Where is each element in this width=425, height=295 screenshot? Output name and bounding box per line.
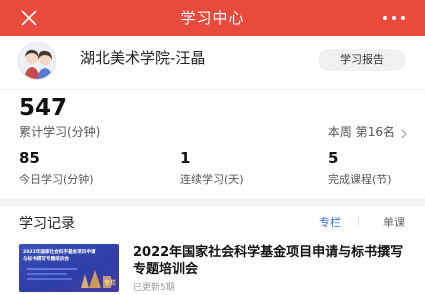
user-avatar[interactable]	[18, 42, 56, 80]
divider	[0, 89, 425, 90]
today-study-label: 今日学习(分钟)	[19, 173, 94, 186]
tab-separator	[358, 215, 359, 226]
total-study-label: 累计学习(分钟)	[19, 125, 101, 139]
profile-row: 湖北美术学院-汪晶 学习报告	[0, 36, 425, 84]
total-study-minutes: 547	[19, 95, 68, 121]
tab-column[interactable]: 专栏	[319, 214, 341, 230]
study-center-page: 学习中心 湖北美术学院-汪晶 学习报告 547 累计学习(分钟) 本周 第16名…	[0, 0, 425, 295]
study-report-button[interactable]: 学习报告	[318, 49, 406, 71]
more-dots-icon[interactable]	[381, 9, 407, 27]
course-title: 2022年国家社会科学基金项目申请与标书撰写专题培训会	[133, 245, 404, 277]
section-gap	[0, 198, 425, 206]
today-study-value: 85	[19, 149, 40, 167]
completed-courses-value: 5	[328, 149, 339, 167]
course-update-status: 已更新5期	[133, 283, 175, 293]
completed-courses-label: 完成课程(节)	[328, 173, 392, 186]
user-name: 湖北美术学院-汪晶	[80, 49, 206, 67]
chevron-right-icon[interactable]	[399, 125, 409, 139]
study-records-section: 学习记录 专栏 单课 2022年国家社会科学基金项目申请 与标书撰写专题培训会 …	[0, 206, 425, 295]
streak-days-label: 连续学习(天)	[180, 173, 244, 186]
profile-card: 湖北美术学院-汪晶 学习报告 547 累计学习(分钟) 本周 第16名 85 今…	[0, 36, 425, 198]
weekly-rank[interactable]: 本周 第16名	[328, 123, 395, 140]
page-title: 学习中心	[180, 9, 245, 27]
list-item[interactable]: 2022年国家社会科学基金项目申请 与标书撰写专题培训会 专栏 2022年国家社…	[0, 240, 425, 295]
thumb-badge: 专栏	[103, 280, 116, 287]
course-thumbnail: 2022年国家社会科学基金项目申请 与标书撰写专题培训会 专栏	[19, 244, 119, 292]
tab-single-lesson[interactable]: 单课	[383, 214, 405, 230]
top-nav-bar: 学习中心	[0, 0, 425, 36]
records-title: 学习记录	[19, 216, 75, 232]
streak-days-value: 1	[180, 149, 191, 167]
